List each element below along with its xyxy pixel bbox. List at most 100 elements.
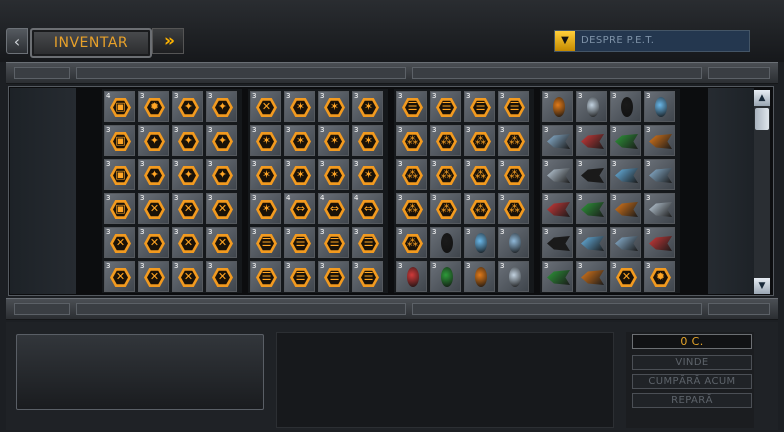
inventory-slot[interactable]: 3 ✕ — [104, 261, 135, 292]
inventory-slot[interactable]: 3 — [542, 125, 573, 156]
tab-inventar[interactable]: INVENTAR — [30, 28, 152, 58]
scroll-thumb[interactable] — [755, 108, 769, 130]
inventory-slot[interactable]: 3 — [644, 91, 675, 122]
scroll-up-icon[interactable]: ▲ — [754, 90, 770, 106]
inventory-slot[interactable]: 3 — [576, 193, 607, 224]
inventory-slot[interactable]: 3 ✦ — [138, 125, 169, 156]
inventory-slot[interactable]: 3 — [644, 227, 675, 258]
inventory-slot[interactable]: 3 ✶ — [284, 91, 315, 122]
inventory-slot[interactable]: 3 ✹ — [644, 261, 675, 292]
scroll-down-icon[interactable]: ▼ — [754, 278, 770, 294]
inventory-slot[interactable]: 3 — [610, 125, 641, 156]
inventory-slot[interactable]: 4 ⇔ — [352, 193, 383, 224]
inventory-slot[interactable]: 4 ⇔ — [284, 193, 315, 224]
inventory-slot[interactable]: 3 ⁂ — [464, 193, 495, 224]
inventory-slot[interactable]: 3 ⁂ — [396, 227, 427, 258]
inventory-slot[interactable]: 3 — [576, 227, 607, 258]
inventory-scrollbar[interactable]: ▲ ▼ — [754, 90, 770, 294]
inventory-slot[interactable]: 4 ⇔ — [318, 193, 349, 224]
inventory-slot[interactable]: 3 ✶ — [318, 159, 349, 190]
sell-button[interactable]: VINDE — [632, 355, 752, 370]
inventory-slot[interactable]: 3 ✶ — [352, 91, 383, 122]
inventory-slot[interactable]: 3 — [644, 193, 675, 224]
inventory-slot[interactable]: 3 — [576, 125, 607, 156]
inventory-slot[interactable]: 3 ✶ — [284, 125, 315, 156]
inventory-slot[interactable]: 3 ⁂ — [464, 159, 495, 190]
inventory-slot[interactable]: 3 ☰ — [396, 91, 427, 122]
inventory-slot[interactable]: 3 — [576, 91, 607, 122]
inventory-slot[interactable]: 3 ✕ — [138, 193, 169, 224]
inventory-slot[interactable]: 3 ✕ — [206, 227, 237, 258]
inventory-slot[interactable]: 3 ▣ — [104, 159, 135, 190]
inventory-slot[interactable]: 3 ✕ — [138, 227, 169, 258]
inventory-slot[interactable]: 4 ▣ — [104, 91, 135, 122]
inventory-slot[interactable]: 3 — [576, 159, 607, 190]
inventory-slot[interactable]: 3 ⁂ — [464, 125, 495, 156]
inventory-slot[interactable]: 3 — [430, 227, 461, 258]
inventory-slot[interactable]: 3 ✕ — [172, 193, 203, 224]
dropdown-arrow-icon[interactable]: ▼ — [555, 31, 575, 51]
inventory-slot[interactable]: 3 ✶ — [318, 91, 349, 122]
inventory-slot[interactable]: 3 — [396, 261, 427, 292]
inventory-slot[interactable]: 3 ⁂ — [396, 125, 427, 156]
inventory-slot[interactable]: 3 ✕ — [250, 91, 281, 122]
inventory-slot[interactable]: 3 ☰ — [318, 261, 349, 292]
inventory-slot[interactable]: 3 — [542, 261, 573, 292]
inventory-slot[interactable]: 3 — [644, 125, 675, 156]
inventory-slot[interactable]: 3 ⁂ — [430, 125, 461, 156]
inventory-slot[interactable]: 3 ✶ — [250, 125, 281, 156]
inventory-slot[interactable]: 3 ⁂ — [396, 193, 427, 224]
inventory-slot[interactable]: 3 ▣ — [104, 193, 135, 224]
inventory-slot[interactable]: 3 ☰ — [250, 227, 281, 258]
back-arrow-button[interactable]: ‹ — [6, 28, 28, 54]
inventory-slot[interactable]: 3 ✕ — [104, 227, 135, 258]
inventory-slot[interactable]: 3 ✹ — [138, 91, 169, 122]
inventory-slot[interactable]: 3 ✶ — [284, 159, 315, 190]
inventory-slot[interactable]: 3 — [610, 227, 641, 258]
inventory-slot[interactable]: 3 — [542, 227, 573, 258]
inventory-slot[interactable]: 3 — [430, 261, 461, 292]
inventory-slot[interactable]: 3 ✦ — [172, 159, 203, 190]
inventory-slot[interactable]: 3 ⁂ — [430, 159, 461, 190]
inventory-slot[interactable]: 3 — [464, 227, 495, 258]
buy-now-button[interactable]: CUMPĂRĂ ACUM — [632, 374, 752, 389]
inventory-slot[interactable]: 3 ✕ — [172, 227, 203, 258]
inventory-slot[interactable]: 3 — [610, 193, 641, 224]
inventory-slot[interactable]: 3 — [542, 193, 573, 224]
inventory-slot[interactable]: 3 ✦ — [172, 91, 203, 122]
inventory-slot[interactable]: 3 ✶ — [250, 193, 281, 224]
inventory-slot[interactable]: 3 ☰ — [284, 227, 315, 258]
inventory-slot[interactable]: 3 ☰ — [498, 91, 529, 122]
inventory-slot[interactable]: 3 — [610, 91, 641, 122]
inventory-slot[interactable]: 3 ✶ — [318, 125, 349, 156]
inventory-slot[interactable]: 3 ☰ — [250, 261, 281, 292]
inventory-slot[interactable]: 3 — [576, 261, 607, 292]
inventory-slot[interactable]: 3 — [498, 227, 529, 258]
inventory-slot[interactable]: 3 ▣ — [104, 125, 135, 156]
inventory-slot[interactable]: 3 ⁂ — [498, 159, 529, 190]
inventory-slot[interactable]: 3 ✕ — [138, 261, 169, 292]
repair-button[interactable]: REPARĂ — [632, 393, 752, 408]
inventory-slot[interactable]: 3 — [542, 91, 573, 122]
inventory-slot[interactable]: 3 ☰ — [430, 91, 461, 122]
inventory-slot[interactable]: 3 ✶ — [352, 125, 383, 156]
inventory-slot[interactable]: 3 ✶ — [250, 159, 281, 190]
inventory-slot[interactable]: 3 ✕ — [206, 193, 237, 224]
inventory-slot[interactable]: 3 — [542, 159, 573, 190]
inventory-slot[interactable]: 3 ✦ — [206, 91, 237, 122]
inventory-slot[interactable]: 3 ⁂ — [498, 193, 529, 224]
pet-dropdown[interactable]: ▼ DESPRE P.E.T. — [554, 30, 750, 52]
inventory-slot[interactable]: 3 — [464, 261, 495, 292]
inventory-slot[interactable]: 3 ☰ — [352, 227, 383, 258]
inventory-slot[interactable]: 3 ✦ — [172, 125, 203, 156]
inventory-slot[interactable]: 3 ✦ — [206, 125, 237, 156]
inventory-slot[interactable]: 3 ☰ — [284, 261, 315, 292]
inventory-slot[interactable]: 3 ✦ — [206, 159, 237, 190]
inventory-slot[interactable]: 3 ✕ — [610, 261, 641, 292]
inventory-slot[interactable]: 3 ✕ — [206, 261, 237, 292]
inventory-slot[interactable]: 3 ⁂ — [430, 193, 461, 224]
inventory-slot[interactable]: 3 ✦ — [138, 159, 169, 190]
inventory-slot[interactable]: 3 ⁂ — [396, 159, 427, 190]
inventory-slot[interactable]: 3 — [610, 159, 641, 190]
inventory-slot[interactable]: 3 ⁂ — [498, 125, 529, 156]
